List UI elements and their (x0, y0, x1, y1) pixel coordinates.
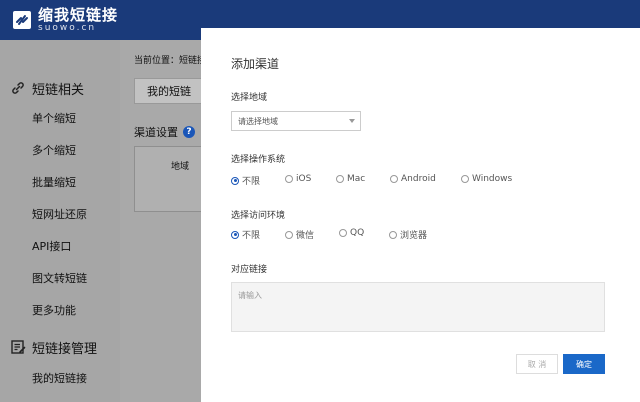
radio-label: 浏览器 (400, 231, 428, 241)
sidebar-group-label: 短链相关 (32, 82, 85, 98)
radio-label: 不限 (242, 177, 261, 187)
os-radio-windows[interactable]: Windows (461, 174, 512, 184)
radio-label: Mac (347, 174, 366, 184)
sidebar-group-manage[interactable]: 短链接管理 (10, 337, 97, 357)
channel-settings-label: 渠道设置 (134, 126, 178, 139)
chevron-down-icon (349, 119, 355, 123)
sidebar-item-imagetext[interactable]: 图文转短链 (32, 270, 87, 286)
link-icon (12, 82, 24, 94)
edit-list-icon (11, 340, 26, 354)
radio-label: 微信 (296, 231, 315, 241)
radio-label: Android (401, 174, 436, 184)
os-radio-mac[interactable]: Mac (336, 174, 365, 184)
confirm-button[interactable]: 确定 (563, 354, 605, 374)
sidebar: 短链相关 单个缩短 多个缩短 批量缩短 短网址还原 API接口 图文转短链 更多… (0, 40, 120, 402)
radio-icon (339, 229, 347, 237)
link-input[interactable]: 请输入 (231, 282, 605, 332)
os-radio-android[interactable]: Android (390, 174, 436, 184)
region-label: 选择地域 (231, 93, 268, 103)
sidebar-item-more[interactable]: 更多功能 (32, 302, 76, 318)
radio-icon (390, 175, 398, 183)
sidebar-item-restore[interactable]: 短网址还原 (32, 206, 87, 222)
sidebar-item-single[interactable]: 单个缩短 (32, 110, 76, 126)
env-label: 选择访问环境 (231, 211, 286, 221)
radio-label: 不限 (242, 231, 261, 241)
logo-en-text: suowo.cn (38, 22, 97, 33)
radio-icon (336, 175, 344, 183)
radio-icon (285, 230, 293, 239)
env-radio-any[interactable]: 不限 (231, 228, 260, 241)
channel-table: 地域 (134, 146, 204, 212)
tab-my-links[interactable]: 我的短链 (134, 78, 204, 104)
radio-icon (285, 175, 293, 183)
os-label: 选择操作系统 (231, 155, 286, 165)
radio-icon (461, 175, 469, 183)
logo-icon (13, 11, 31, 29)
breadcrumb: 当前位置：短链接 (134, 56, 207, 66)
table-header-region: 地域 (171, 162, 190, 172)
modal-title: 添加渠道 (231, 57, 280, 71)
logo-cn-text: 缩我短链接 (38, 5, 119, 24)
link-label: 对应链接 (231, 265, 268, 275)
sidebar-group-shortlink[interactable]: 短链相关 (10, 78, 84, 98)
sidebar-item-api[interactable]: API接口 (32, 238, 71, 254)
channel-settings-heading: 渠道设置 ? (134, 124, 195, 140)
add-channel-modal: 添加渠道 选择地域 请选择地域 选择操作系统 不限 iOS Mac Androi… (201, 28, 640, 402)
region-select[interactable]: 请选择地域 (231, 111, 361, 131)
os-radio-any[interactable]: 不限 (231, 174, 260, 187)
os-radio-ios[interactable]: iOS (285, 174, 311, 184)
radio-checked-icon (231, 230, 239, 239)
radio-checked-icon (231, 176, 239, 185)
env-radio-wechat[interactable]: 微信 (285, 228, 314, 241)
sidebar-item-multi[interactable]: 多个缩短 (32, 142, 76, 158)
help-icon[interactable]: ? (183, 126, 195, 138)
logo[interactable]: 缩我短链接 suowo.cn (12, 6, 118, 34)
cancel-button[interactable]: 取 消 (516, 354, 558, 374)
env-radio-qq[interactable]: QQ (339, 228, 364, 238)
env-radio-browser[interactable]: 浏览器 (389, 228, 427, 241)
radio-icon (389, 230, 397, 239)
region-select-placeholder: 请选择地域 (238, 116, 278, 126)
radio-label: iOS (296, 174, 312, 184)
sidebar-group-label: 短链接管理 (32, 341, 98, 357)
radio-label: Windows (472, 174, 513, 184)
sidebar-item-batch[interactable]: 批量缩短 (32, 174, 76, 190)
sidebar-item-my-links[interactable]: 我的短链接 (32, 370, 87, 386)
radio-label: QQ (350, 228, 365, 238)
